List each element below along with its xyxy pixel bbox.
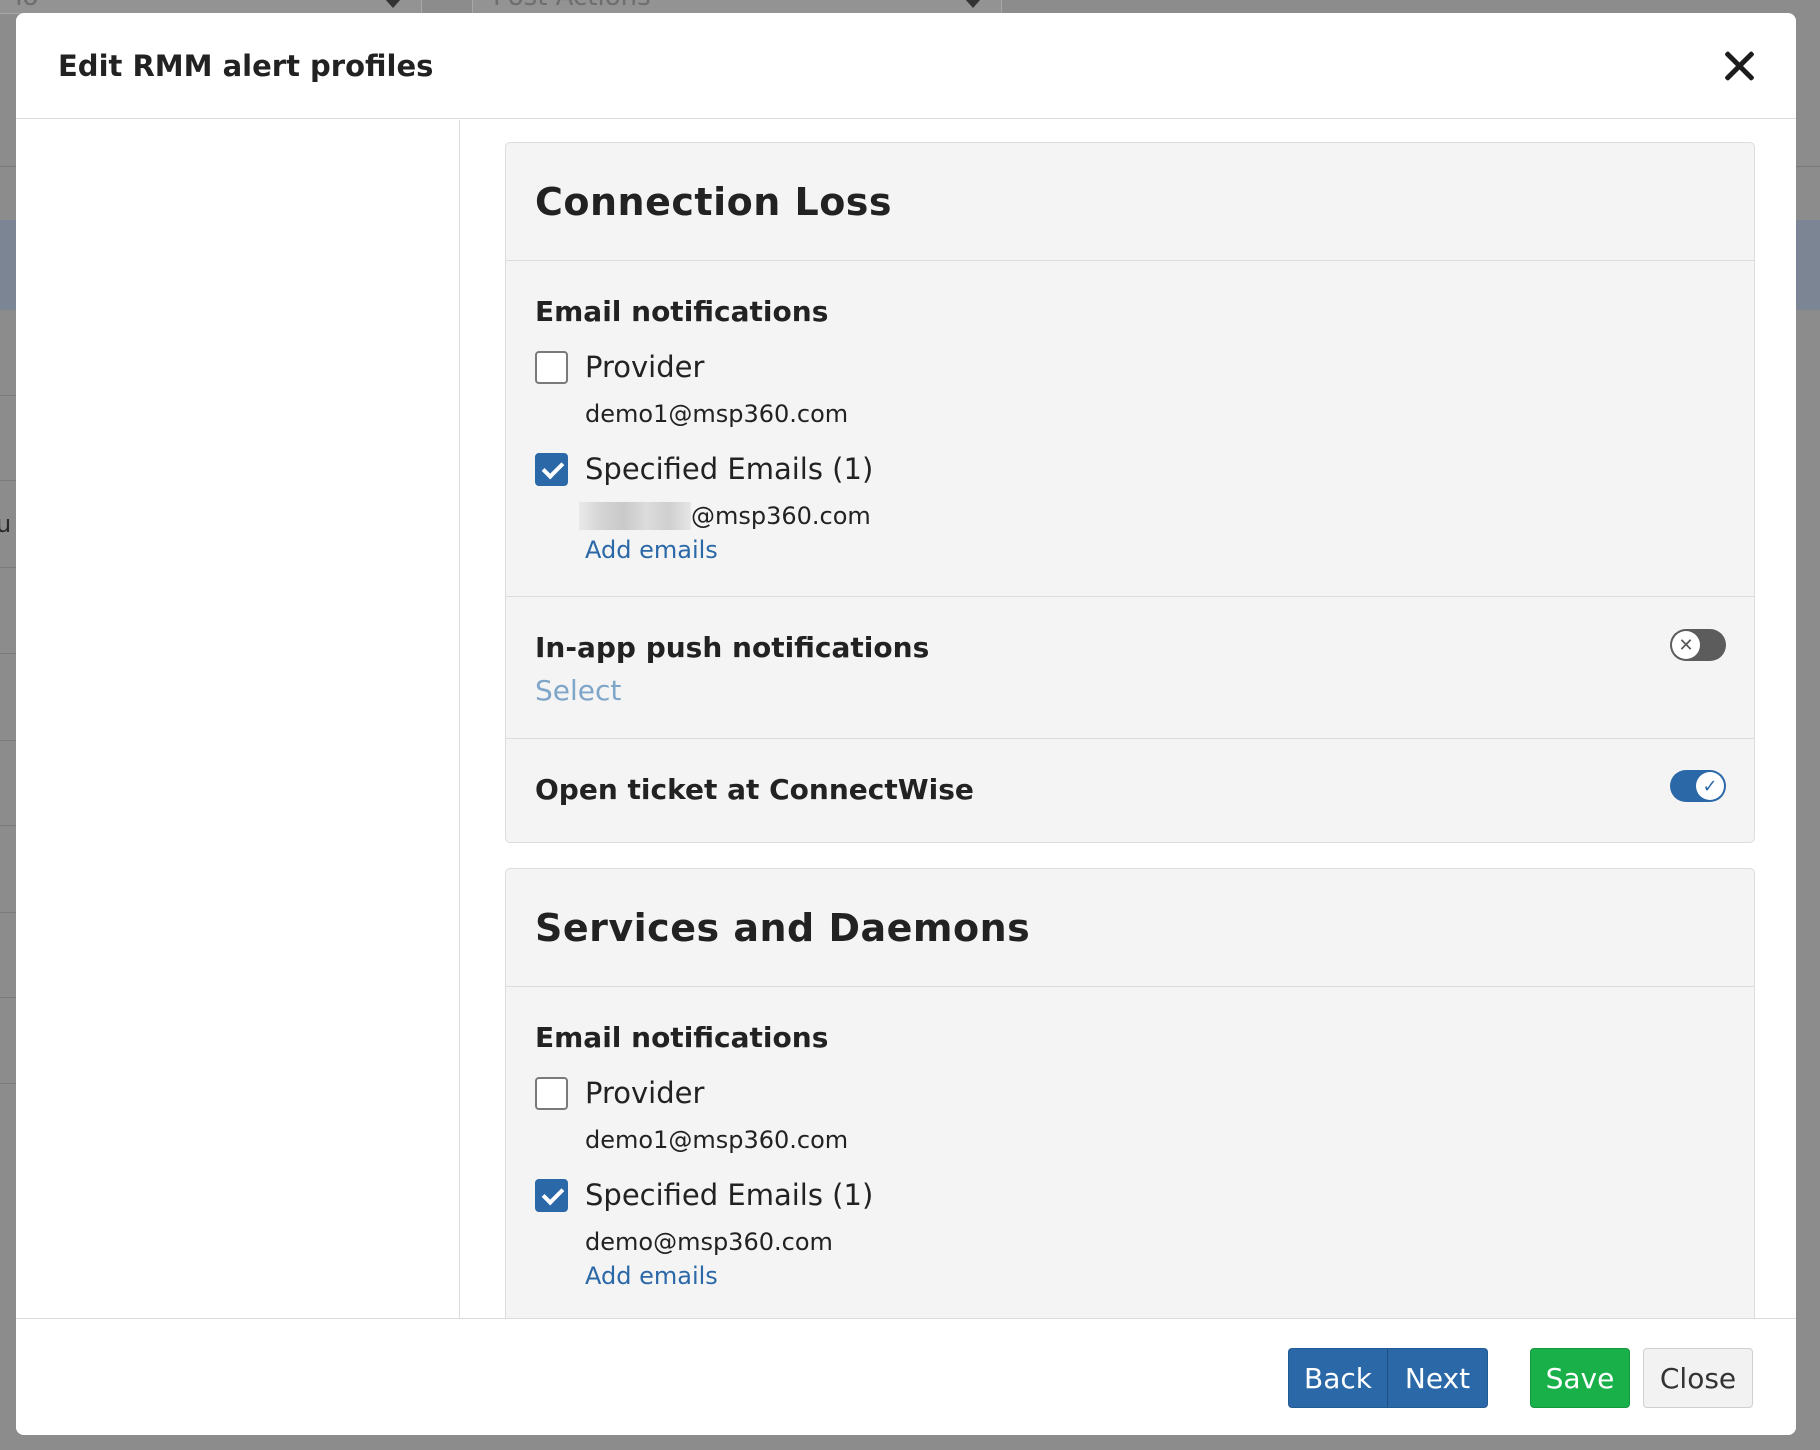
push-notifications-label: In-app push notifications [535,631,930,664]
provider-email-text: demo1@msp360.com [585,1126,849,1154]
chevron-down-icon [385,0,401,8]
edit-rmm-alert-profiles-modal: Edit RMM alert profiles Connection Loss … [16,13,1796,1435]
push-notifications-section: In-app push notifications Select ✕ [506,597,1754,739]
background-divider [0,1083,16,1084]
connectwise-ticket-section: Open ticket at ConnectWise ✓ [506,739,1754,839]
right-pane[interactable]: Connection Loss Email notifications Prov… [461,120,1796,1318]
background-divider [1796,166,1820,167]
push-notifications-toggle[interactable]: ✕ [1670,629,1726,661]
provider-checkbox[interactable] [535,1076,568,1110]
specified-emails-checkbox[interactable] [535,1178,568,1212]
left-pane [16,120,460,1318]
provider-option[interactable]: Provider [535,350,1725,384]
back-button[interactable]: Back [1288,1348,1388,1408]
card-title: Connection Loss [506,143,1754,261]
specified-emails-label: Specified Emails (1) [585,1178,874,1212]
email-notifications-label: Email notifications [535,1021,829,1054]
provider-checkbox[interactable] [535,350,568,384]
alert-card-services-and-daemons: Services and Daemons Email notifications… [505,868,1755,1318]
wizard-nav-group: Back Next [1288,1348,1488,1408]
connectwise-ticket-label: Open ticket at ConnectWise [535,773,974,806]
modal-title: Edit RMM alert profiles [58,49,434,83]
provider-email: demo1@msp360.com [585,1126,1725,1154]
email-notifications-section: Email notifications Provider demo1@msp36… [506,261,1754,597]
chevron-down-icon [965,0,981,8]
background-divider [0,567,16,568]
provider-label: Provider [585,350,705,384]
specified-emails-label: Specified Emails (1) [585,452,874,486]
close-button[interactable]: Close [1643,1348,1753,1408]
x-icon: ✕ [1672,631,1700,659]
push-select-link[interactable]: Select [535,674,621,707]
background-select-value: To [11,0,38,12]
background-select-value: Post Actions [493,0,651,12]
background-text: u [0,510,12,538]
specified-email-domain: @msp360.com [691,502,871,530]
check-icon: ✓ [1696,772,1724,800]
background-divider [0,912,16,913]
alert-card-connection-loss: Connection Loss Email notifications Prov… [505,142,1755,843]
background-divider [0,395,16,396]
next-button[interactable]: Next [1388,1348,1488,1408]
provider-email: demo1@msp360.com [585,400,1725,428]
provider-email-text: demo1@msp360.com [585,400,849,428]
redacted-email-user [579,502,691,530]
background-highlight-row [0,220,16,310]
connectwise-ticket-toggle[interactable]: ✓ [1670,770,1726,802]
background-divider [0,166,16,167]
background-divider [0,740,16,741]
provider-option[interactable]: Provider [535,1076,1725,1110]
background-filter-select: To [0,0,422,14]
specified-emails-option[interactable]: Specified Emails (1) [535,452,1725,486]
specified-emails-option[interactable]: Specified Emails (1) [535,1178,1725,1212]
modal-footer: Back Next Save Close [16,1318,1796,1435]
background-divider [0,480,16,481]
background-divider [0,653,16,654]
provider-label: Provider [585,1076,705,1110]
background-divider [0,825,16,826]
background-highlight-row [1796,220,1820,310]
specified-email: demo@msp360.com [585,1228,1725,1256]
modal-header: Edit RMM alert profiles [16,13,1796,119]
specified-email-text: demo@msp360.com [585,1228,833,1256]
specified-emails-checkbox[interactable] [535,452,568,486]
card-title: Services and Daemons [506,869,1754,987]
add-emails-link[interactable]: Add emails [585,536,718,564]
background-divider [0,997,16,998]
email-notifications-section: Email notifications Provider demo1@msp36… [506,987,1754,1318]
specified-email: @msp360.com [579,502,1725,530]
modal-body: Connection Loss Email notifications Prov… [16,120,1796,1318]
close-icon[interactable] [1722,49,1756,83]
save-button[interactable]: Save [1530,1348,1630,1408]
background-post-actions-select: Post Actions [472,0,1002,14]
add-emails-link[interactable]: Add emails [585,1262,718,1290]
email-notifications-label: Email notifications [535,295,829,328]
